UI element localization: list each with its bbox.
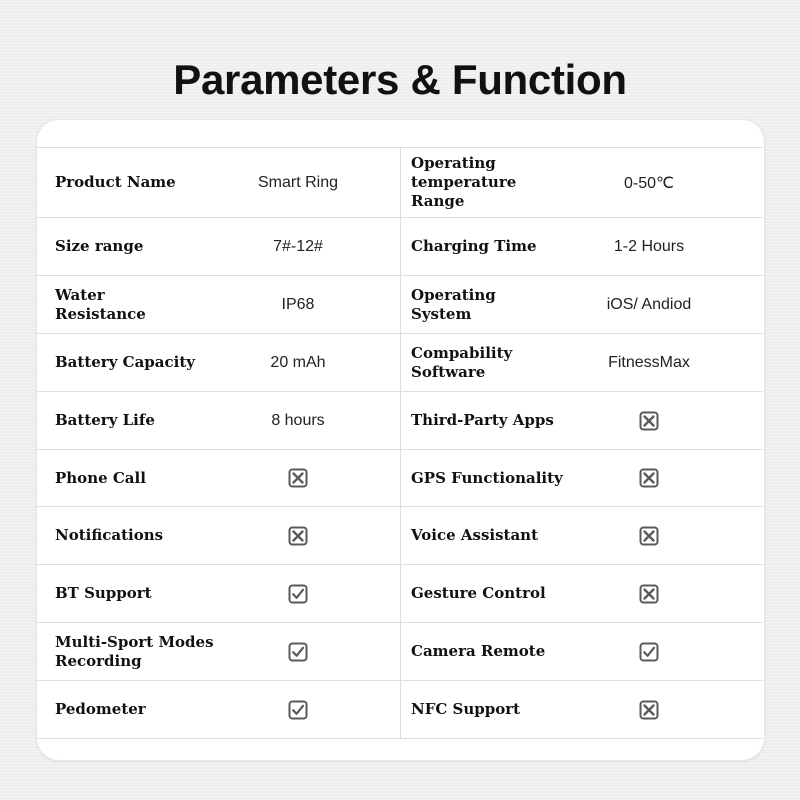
spec-value: 7#-12# [273, 237, 323, 255]
spec-label: Voice Assistant [411, 526, 539, 544]
spec-row: Notifications Voice Assistant [36, 507, 763, 565]
spec-row: Water Resistance IP68 Operating System iOS/… [36, 276, 763, 334]
check-box-icon [288, 700, 308, 720]
spec-cell-left: BT Support [36, 565, 401, 622]
x-box-icon [639, 411, 659, 431]
spec-cell-left: Phone Call [36, 450, 401, 506]
spec-label: BT Support [55, 584, 152, 602]
spec-cell-left: Water Resistance IP68 [36, 276, 401, 333]
spec-cell-right: Operating temperature Range 0-50℃ [401, 148, 763, 217]
spec-cell-left: Product Name Smart Ring [36, 148, 401, 217]
spec-value: Smart Ring [257, 173, 339, 191]
spec-row: Battery Life 8 hours Third-Party Apps [36, 392, 763, 450]
x-box-icon [639, 700, 659, 720]
spec-label: Operating temperature Range [411, 154, 517, 210]
spec-cell-left: Notifications [36, 507, 401, 564]
check-box-icon [288, 584, 308, 604]
spec-cell-right: Compability Software FitnessMax [401, 334, 763, 391]
spec-row: Product Name Smart Ring Operating temperat… [36, 148, 763, 218]
spec-value: FitnessMax [608, 353, 690, 371]
spec-cell-right: Charging Time 1-2 Hours [401, 218, 763, 275]
spec-label: Camera Remote [411, 642, 546, 660]
check-box-icon [288, 642, 308, 662]
spec-cell-left: Battery Life 8 hours [36, 392, 401, 449]
spec-cell-left: Size range 7#-12# [36, 218, 401, 275]
spec-label: Third-Party Apps [411, 411, 554, 429]
spec-label: Charging Time [411, 237, 537, 255]
spec-label: Product Name [55, 173, 176, 191]
spec-cell-right: GPS Functionality [401, 450, 763, 506]
spec-row: Phone Call GPS Functionality [36, 450, 763, 507]
spec-cell-right: Camera Remote [401, 623, 763, 680]
spec-label: Multi-Sport Modes Recording [55, 632, 214, 670]
spec-value: IP68 [281, 295, 315, 313]
x-box-icon [639, 526, 659, 546]
spec-label: GPS Functionality [411, 468, 563, 487]
spec-value: 1-2 Hours [613, 237, 685, 255]
spec-label: Pedometer [55, 700, 146, 718]
x-box-icon [288, 526, 308, 546]
spec-value: 0-50℃ [624, 174, 674, 192]
spec-row: Battery Capacity 20 mAh Compability Softwa… [36, 334, 763, 392]
spec-value: 20 mAh [270, 353, 326, 371]
spec-cell-right: Gesture Control [401, 565, 763, 622]
spec-cell-right: Operating System iOS/ Andiod [401, 276, 763, 333]
spec-label: NFC Support [411, 700, 521, 718]
x-box-icon [639, 584, 659, 604]
spec-label: Notifications [55, 526, 164, 544]
spec-table: Product Name Smart Ring Operating temperat… [36, 147, 763, 739]
spec-cell-left: Battery Capacity 20 mAh [36, 334, 401, 391]
spec-cell-right: NFC Support [401, 681, 763, 738]
spec-value: 8 hours [271, 411, 325, 429]
spec-label: Battery Capacity [55, 353, 195, 371]
x-box-icon [288, 468, 308, 488]
spec-label: Gesture Control [411, 584, 546, 602]
spec-cell-left: Multi-Sport Modes Recording [36, 623, 401, 680]
spec-label: Operating System [411, 285, 496, 323]
spec-cell-right: Voice Assistant [401, 507, 763, 564]
spec-row: Multi-Sport Modes Recording Camera Remote [36, 623, 763, 681]
spec-cell-right: Third-Party Apps [401, 392, 763, 449]
spec-row: Size range 7#-12# Charging Time 1-2 Hours [36, 218, 763, 276]
spec-label: Compability Software [411, 343, 513, 381]
spec-card: Product Name Smart Ring Operating temperat… [36, 120, 764, 760]
spec-row: BT Support Gesture Control [36, 565, 763, 623]
page-title: Parameters & Function [173, 56, 627, 103]
spec-value: iOS/ Andiod [606, 295, 692, 313]
spec-label: Battery Life [55, 411, 155, 429]
x-box-icon [639, 468, 659, 488]
spec-label: Phone Call [55, 468, 146, 487]
check-box-icon [639, 642, 659, 662]
spec-cell-left: Pedometer [36, 681, 401, 738]
spec-row: Pedometer NFC Support [36, 681, 763, 739]
spec-label: Water Resistance [55, 285, 146, 323]
spec-label: Size range [55, 237, 144, 255]
